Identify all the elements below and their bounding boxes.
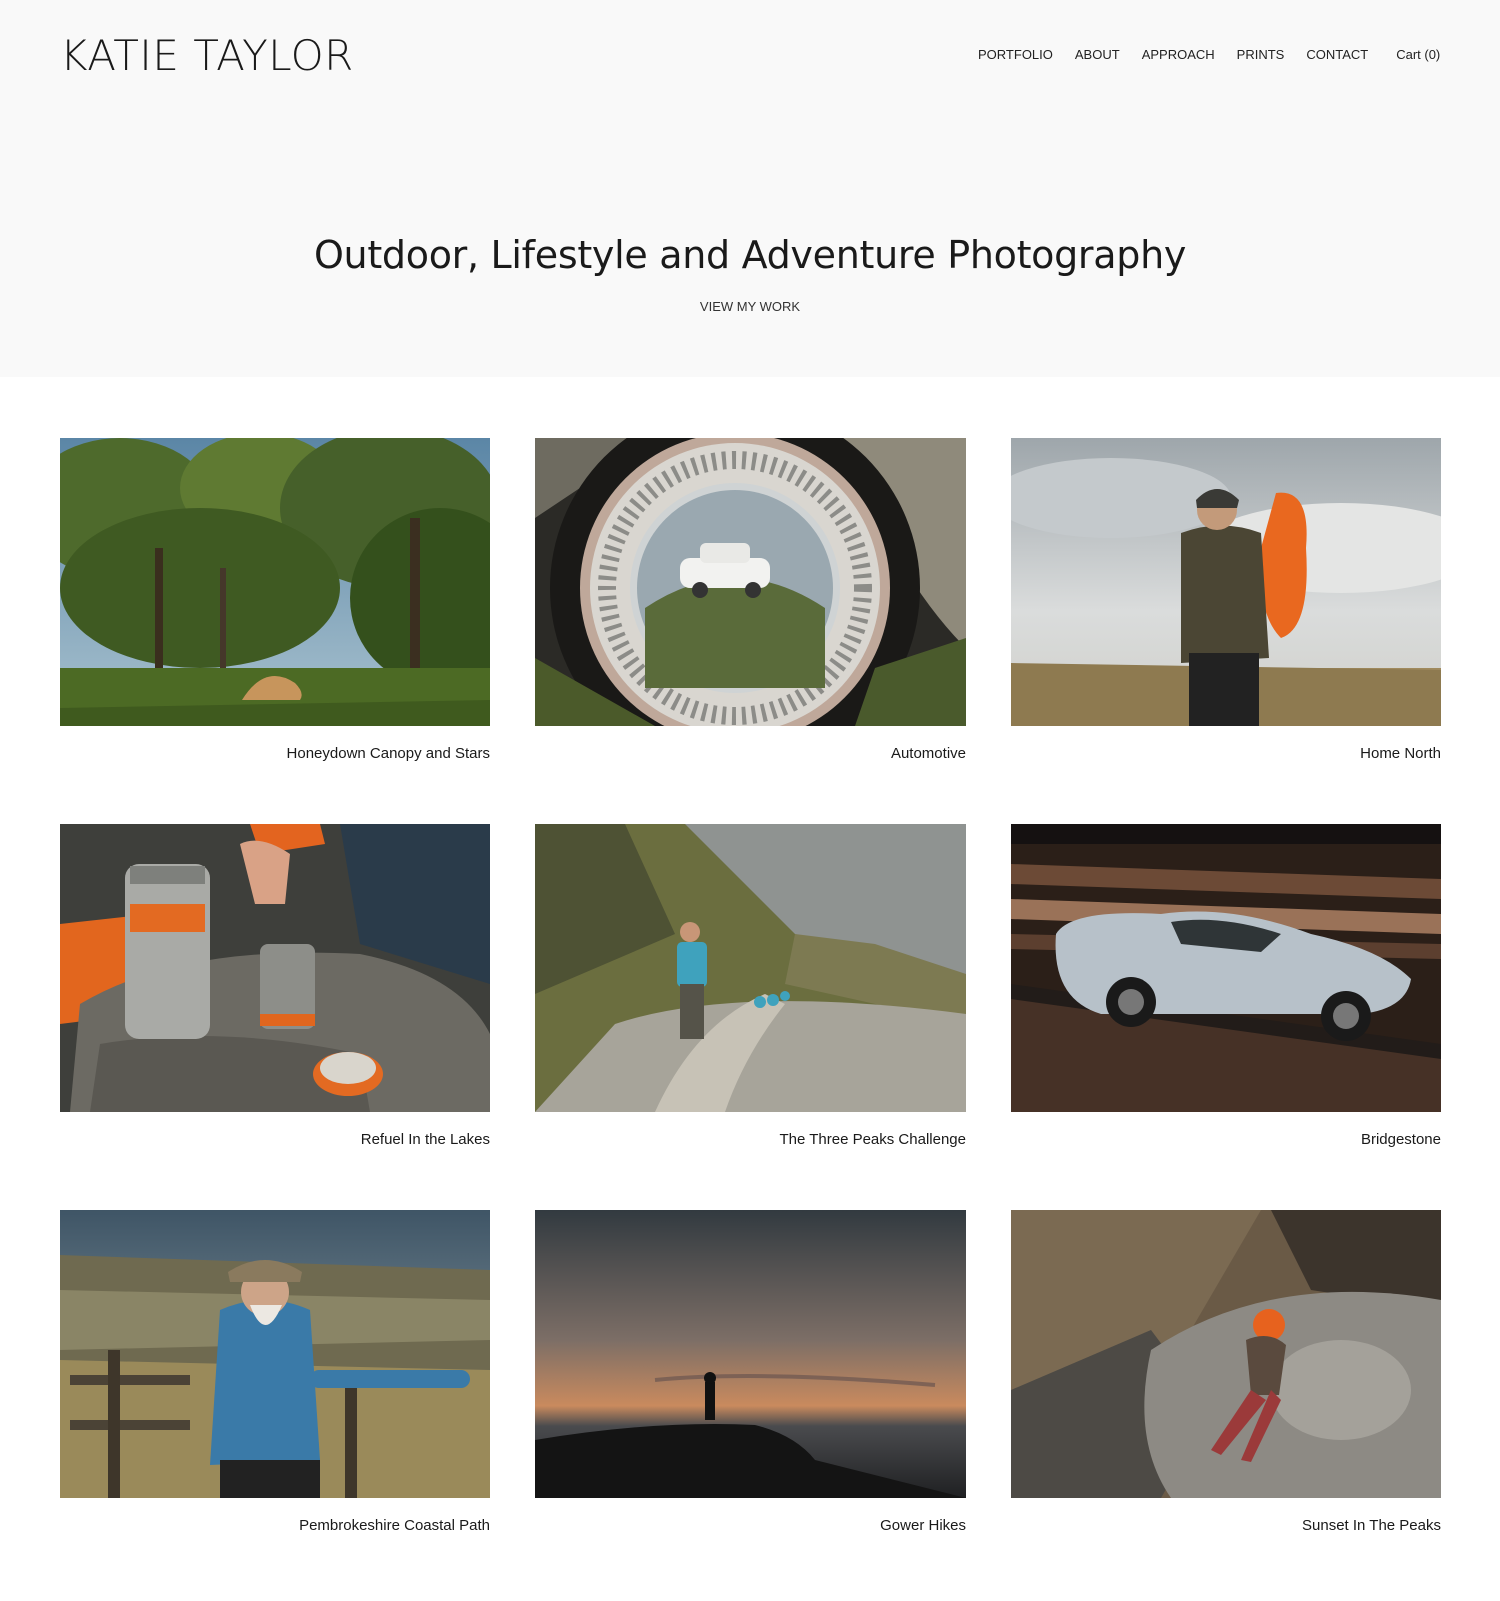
gallery-item[interactable]: Bridgestone — [1011, 824, 1441, 1150]
gallery-thumbnail[interactable] — [535, 1210, 966, 1498]
nav-item-contact[interactable]: CONTACT — [1306, 46, 1368, 64]
gallery-item[interactable]: Honeydown Canopy and Stars — [60, 438, 490, 764]
nav-item-prints[interactable]: PRINTS — [1237, 46, 1285, 64]
gallery-item[interactable]: Gower Hikes — [535, 1210, 966, 1536]
gallery-thumbnail[interactable] — [1011, 1210, 1441, 1498]
view-my-work-link[interactable]: VIEW MY WORK — [700, 299, 800, 314]
gallery-item[interactable]: Pembrokeshire Coastal Path — [60, 1210, 490, 1536]
gallery-caption[interactable]: Home North — [1011, 744, 1441, 764]
site-logo[interactable]: KATIE TAYLOR — [60, 30, 354, 82]
gallery-caption[interactable]: Gower Hikes — [535, 1516, 966, 1536]
hero-headline: Outdoor, Lifestyle and Adventure Photogr… — [313, 233, 1187, 277]
cart-link[interactable]: Cart (0) — [1396, 46, 1440, 64]
gallery-item[interactable]: Automotive — [535, 438, 966, 764]
gallery-thumbnail[interactable] — [1011, 824, 1441, 1112]
gallery-caption[interactable]: Pembrokeshire Coastal Path — [60, 1516, 490, 1536]
portfolio-grid: Honeydown Canopy and Stars Automotive Ho… — [60, 438, 1441, 1536]
gallery-caption[interactable]: Sunset In The Peaks — [1011, 1516, 1441, 1536]
main-nav: PORTFOLIO ABOUT APPROACH PRINTS CONTACT … — [978, 46, 1440, 64]
gallery-item[interactable]: Home North — [1011, 438, 1441, 764]
gallery-thumbnail[interactable] — [60, 1210, 490, 1498]
gallery-item[interactable]: Sunset In The Peaks — [1011, 1210, 1441, 1536]
gallery-thumbnail[interactable] — [535, 438, 966, 726]
gallery-caption[interactable]: Honeydown Canopy and Stars — [60, 744, 490, 764]
hero-section: KATIE TAYLOR PORTFOLIO ABOUT APPROACH PR… — [0, 0, 1500, 377]
gallery-thumbnail[interactable] — [60, 824, 490, 1112]
gallery-thumbnail[interactable] — [535, 824, 966, 1112]
gallery-item[interactable]: The Three Peaks Challenge — [535, 824, 966, 1150]
nav-item-approach[interactable]: APPROACH — [1142, 46, 1215, 64]
gallery-caption[interactable]: The Three Peaks Challenge — [535, 1130, 966, 1150]
gallery-caption[interactable]: Bridgestone — [1011, 1130, 1441, 1150]
gallery-caption[interactable]: Automotive — [535, 744, 966, 764]
gallery-caption[interactable]: Refuel In the Lakes — [60, 1130, 490, 1150]
hero-cta-wrapper: VIEW MY WORK — [0, 298, 1500, 316]
nav-item-about[interactable]: ABOUT — [1075, 46, 1120, 64]
gallery-item[interactable]: Refuel In the Lakes — [60, 824, 490, 1150]
gallery-thumbnail[interactable] — [60, 438, 490, 726]
gallery-thumbnail[interactable] — [1011, 438, 1441, 726]
nav-item-portfolio[interactable]: PORTFOLIO — [978, 46, 1053, 64]
